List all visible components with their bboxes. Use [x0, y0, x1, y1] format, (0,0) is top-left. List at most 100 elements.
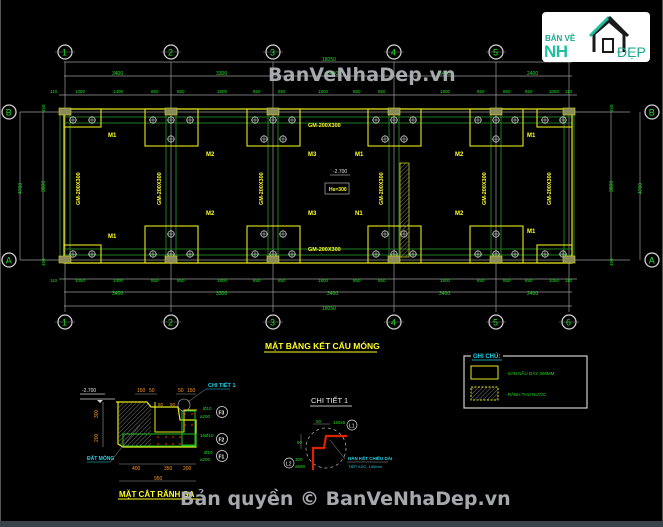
dim-side-overall: 4700 [18, 183, 24, 194]
footing-label: M1 [108, 234, 117, 240]
footing-label: M1 [108, 133, 117, 139]
dim-detail-bottom: 850 [503, 278, 511, 283]
dim-detail-bottom: 850 [378, 278, 386, 283]
dim-detail-top: 850 [353, 89, 361, 94]
pile [260, 135, 268, 143]
detail1-note-1: HÀN KẾT CHIỀU DÀI [348, 455, 392, 461]
section-bottom-dim-2: 350 [164, 466, 173, 472]
grid-label-col: 2 [168, 318, 173, 328]
legend-swatch-slab [470, 365, 499, 380]
dim-detail-bottom: 850 [151, 278, 159, 283]
pile [400, 135, 408, 143]
grid-label-row: A [6, 256, 12, 266]
pile [372, 250, 380, 258]
dim-detail-bottom: 850 [253, 278, 261, 283]
dim-detail-bottom: 850 [525, 278, 533, 283]
grid-label-col: 2 [168, 48, 173, 58]
section-small-dim-1: 50 [158, 402, 164, 407]
rebar-tag-f3: F3 [219, 411, 225, 417]
section-top-dim-left-1: 150 [137, 388, 146, 394]
pile [149, 250, 157, 258]
section-top-dim-right-1: 50 [178, 388, 184, 394]
pile [279, 135, 287, 143]
dim-detail-top: 850 [253, 89, 261, 94]
plan-title-group: MẶT BẰNG KẾT CẤU MÓNG [264, 340, 380, 353]
column-pad [58, 107, 72, 116]
detail1-side-1: 300 [295, 457, 303, 462]
footings [58, 107, 576, 264]
footing-label: N1 [355, 211, 363, 217]
dim-detail-top: 850 [278, 89, 286, 94]
dim-side-inner: 3800 [41, 181, 47, 192]
footing-label: M3 [308, 211, 317, 217]
detail1-dim-2: 150x5 [333, 420, 346, 425]
pile [541, 250, 549, 258]
column-pad [489, 107, 503, 116]
dim-detail-bottom: 1800 [440, 278, 451, 283]
dim-span-bottom: 2400 [527, 291, 538, 297]
grid-label-col: 3 [270, 318, 275, 328]
rebar-f3-l2: a200 [200, 414, 211, 419]
detail-1-drawing: CHI TIẾT 1 50 150x5 50 L1 L2 300 a500 HÀ… [283, 395, 392, 470]
dim-span-bottom: 3400 [327, 291, 338, 297]
detail1-tag-l2: L2 [286, 462, 292, 468]
beam-label: GM-200X300 [308, 123, 341, 129]
pile [474, 250, 482, 258]
dim-detail-top: 110 [565, 89, 573, 94]
grid-label-col: 1 [62, 48, 67, 58]
dim-side-overall: 4700 [638, 183, 644, 194]
legend-box: GHI CHÚ: - SÀN NẦU DÀY 200MM - RÃNH THU … [463, 352, 588, 409]
grid-label-row: B [6, 108, 12, 118]
detail1-dim-1: 50 [316, 419, 322, 424]
column-pad [266, 255, 280, 264]
section-bottom-total: 950 [154, 476, 163, 482]
dim-span-bottom: 3400 [439, 291, 450, 297]
dim-detail-top: 850 [177, 89, 185, 94]
dim-span-bottom: 3300 [216, 291, 227, 297]
rebar-f3-l1: Ø10 [203, 406, 212, 411]
dim-detail-bottom: 1800 [318, 278, 329, 283]
dim-detail-bottom: 110 [50, 278, 58, 283]
footing-label: M1 [527, 229, 536, 235]
grid-label-col: 6 [566, 318, 571, 328]
dim-side-edge: 450 [609, 258, 614, 266]
section-bottom-dim-1: 400 [132, 466, 141, 472]
grid-label-row: A [649, 256, 655, 266]
dim-span-top: 3400 [112, 71, 123, 77]
pile [167, 135, 175, 143]
beam-label-vertical: GM-200X300 [259, 172, 265, 205]
grid-label-col: 5 [493, 318, 498, 328]
grid-label-col: 5 [493, 48, 498, 58]
dim-detail-top: 850 [525, 89, 533, 94]
dim-detail-bottom: 1050 [549, 278, 560, 283]
dim-detail-bottom: 850 [177, 278, 185, 283]
pile [88, 250, 96, 258]
footing-label: M2 [455, 152, 464, 158]
column-pad [387, 255, 401, 264]
column-pad [266, 107, 280, 116]
drainage-channel [399, 162, 410, 258]
beams [59, 112, 575, 260]
section-top-dim-right-2: 150 [187, 388, 196, 394]
grid-label-col: 1 [62, 318, 67, 328]
legend-swatch-channel [470, 386, 499, 401]
dim-detail-top: 850 [503, 89, 511, 94]
beam-label: GM-200X300 [308, 247, 341, 253]
section-bottom-dim-3: 200 [183, 466, 192, 472]
rebar-f1-l2: a200 [200, 457, 211, 462]
dim-detail-top: 850 [151, 89, 159, 94]
cad-drawing-canvas: 112233445566BBAA 18050340033003400340024… [0, 0, 663, 527]
dim-detail-bottom: 850 [278, 278, 286, 283]
column-pad [164, 107, 178, 116]
dim-detail-bottom: 1050 [75, 278, 86, 283]
logo-line3: ĐẸP [617, 44, 646, 60]
detail1-side-2: a500 [295, 464, 306, 469]
beam-label-vertical: GM-200X300 [76, 172, 82, 205]
grid-label-row: B [649, 108, 655, 118]
section-vdim-2: 200 [94, 433, 100, 442]
rebar-f2-l1: 16Ø10 [200, 433, 214, 438]
section-top-dim-left-2: 50 [149, 388, 155, 394]
section-soil-label: ĐẤT MÓNG [87, 454, 114, 462]
dim-detail-bottom: 850 [477, 278, 485, 283]
beam-label-vertical: GM-200X300 [379, 172, 385, 205]
